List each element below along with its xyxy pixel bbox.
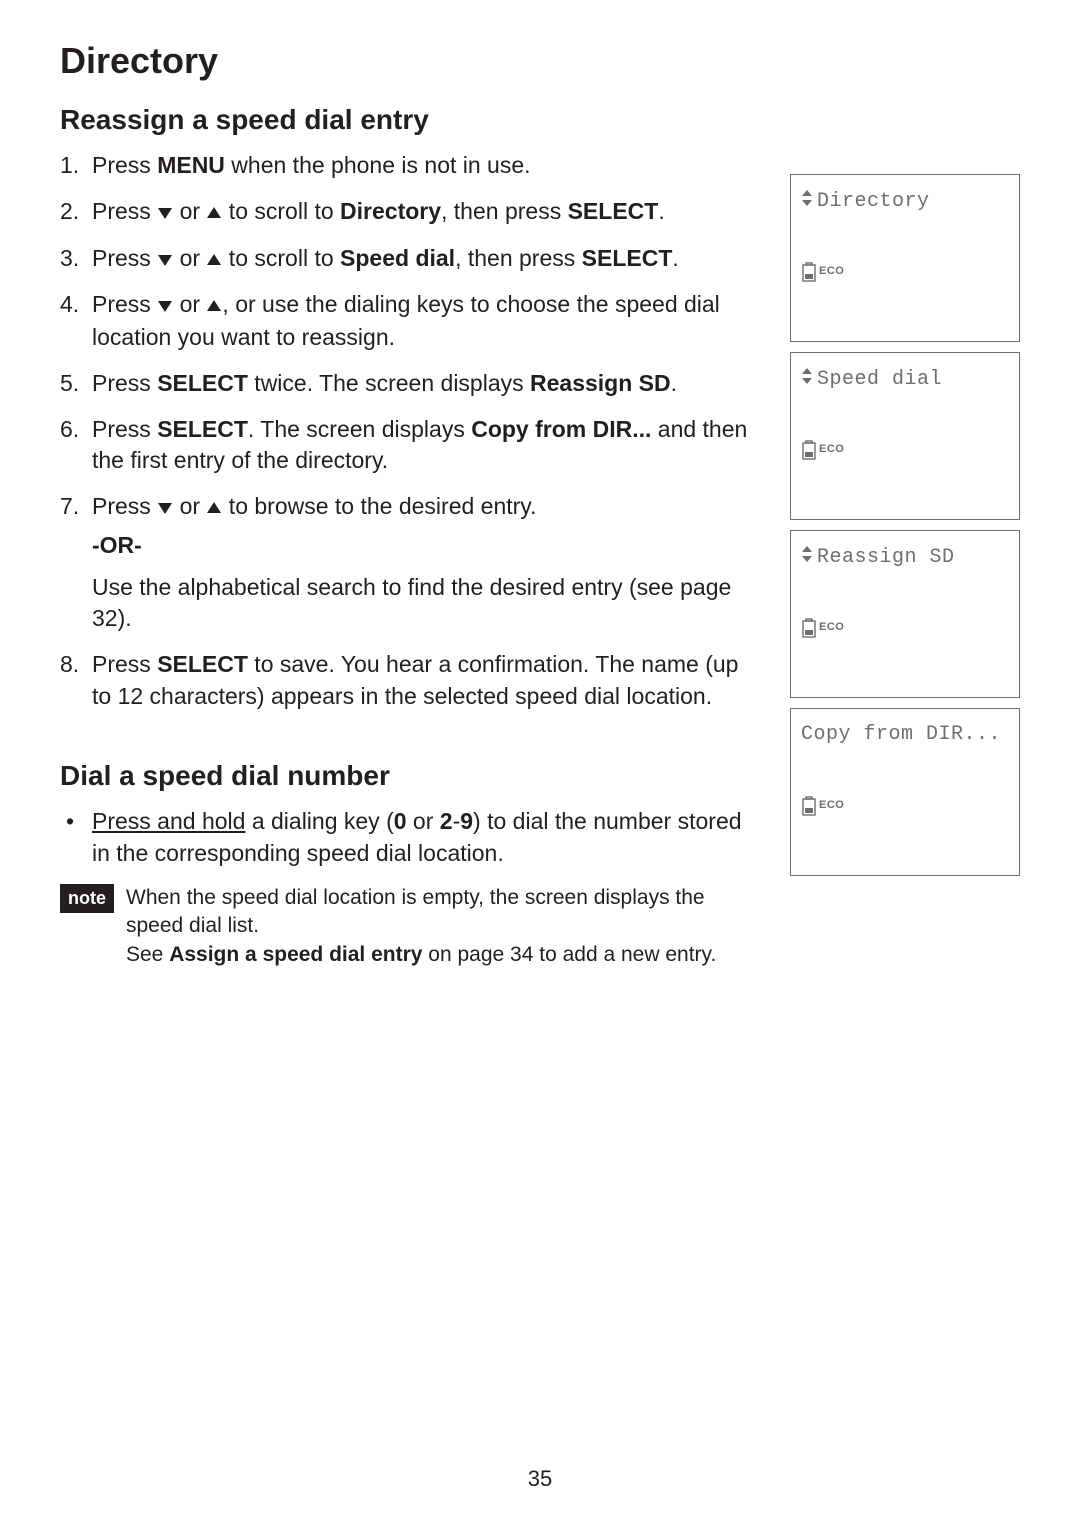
section-heading-reassign: Reassign a speed dial entry (60, 104, 760, 136)
lcd-screen-copy-from-dir: Copy from DIR... ECO (790, 708, 1020, 876)
step-5: 5. Press SELECT twice. The screen displa… (60, 368, 760, 400)
step-1: 1. Press MENU when the phone is not in u… (60, 150, 760, 182)
bullet-list: Press and hold a dialing key (0 or 2-9) … (60, 806, 760, 869)
note-badge: note (60, 884, 114, 913)
lcd-text: Directory (817, 190, 930, 213)
page-title: Directory (60, 40, 1020, 82)
section-heading-dial: Dial a speed dial number (60, 760, 760, 792)
step-6: 6. Press SELECT. The screen displays Cop… (60, 414, 760, 477)
screens-column: Directory ECO Speed dial ECO Reassign SD (790, 104, 1020, 969)
or-divider: -OR- (92, 530, 760, 562)
up-arrow-icon (206, 197, 222, 229)
step-3: 3. Press or to scroll to Speed dial, the… (60, 243, 760, 276)
step-8: 8. Press SELECT to save. You hear a conf… (60, 649, 760, 712)
note-block: note When the speed dial location is emp… (60, 884, 760, 969)
eco-label: ECO (819, 799, 844, 811)
lcd-text: Reassign SD (817, 546, 955, 569)
down-arrow-icon (157, 492, 173, 524)
step-4: 4. Press or , or use the dialing keys to… (60, 289, 760, 354)
lcd-screen-directory: Directory ECO (790, 174, 1020, 342)
updown-icon (801, 367, 813, 392)
updown-icon (801, 189, 813, 214)
page-number: 35 (0, 1466, 1080, 1492)
battery-icon (801, 618, 817, 645)
main-column: Reassign a speed dial entry 1. Press MEN… (60, 104, 760, 969)
updown-icon (801, 545, 813, 570)
eco-label: ECO (819, 265, 844, 277)
battery-icon (801, 262, 817, 289)
step-7: 7. Press or to browse to the desired ent… (60, 491, 760, 635)
down-arrow-icon (157, 197, 173, 229)
step-2: 2. Press or to scroll to Directory, then… (60, 196, 760, 229)
eco-label: ECO (819, 621, 844, 633)
up-arrow-icon (206, 492, 222, 524)
step-7-alt: Use the alphabetical search to find the … (92, 572, 760, 635)
lcd-text: Speed dial (817, 368, 942, 391)
lcd-screen-reassign: Reassign SD ECO (790, 530, 1020, 698)
battery-icon (801, 440, 817, 467)
note-text: When the speed dial location is empty, t… (126, 884, 760, 969)
battery-icon (801, 796, 817, 823)
down-arrow-icon (157, 290, 173, 322)
lcd-screen-speed-dial: Speed dial ECO (790, 352, 1020, 520)
lcd-text: Copy from DIR... (801, 723, 1001, 746)
up-arrow-icon (206, 290, 222, 322)
eco-label: ECO (819, 443, 844, 455)
down-arrow-icon (157, 244, 173, 276)
steps-list: 1. Press MENU when the phone is not in u… (60, 150, 760, 712)
up-arrow-icon (206, 244, 222, 276)
bullet-item: Press and hold a dialing key (0 or 2-9) … (60, 806, 760, 869)
